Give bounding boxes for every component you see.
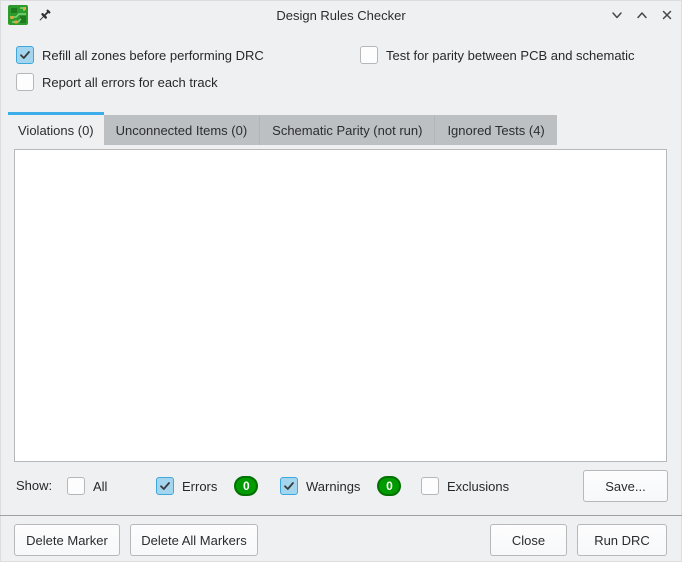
checkbox-box[interactable] <box>156 477 174 495</box>
run-drc-button[interactable]: Run DRC <box>577 524 667 556</box>
violations-list[interactable] <box>14 149 667 462</box>
close-icon[interactable] <box>660 8 674 22</box>
checkbox-box[interactable] <box>360 46 378 64</box>
check-icon <box>19 49 31 61</box>
chevron-up-icon[interactable] <box>635 8 649 22</box>
delete-all-markers-button[interactable]: Delete All Markers <box>130 524 258 556</box>
drc-dialog: Design Rules Checker Refill all zones be… <box>0 0 682 562</box>
refill-zones-checkbox[interactable]: Refill all zones before performing DRC <box>16 45 264 65</box>
show-all-checkbox[interactable]: All <box>67 476 107 496</box>
delete-marker-button[interactable]: Delete Marker <box>14 524 120 556</box>
tab-ignored-tests[interactable]: Ignored Tests (4) <box>435 115 556 145</box>
errors-count-badge: 0 <box>234 476 258 496</box>
show-filter-row: Show: All Errors 0 Warnings 0 Exc <box>0 476 682 496</box>
tab-schematic-parity[interactable]: Schematic Parity (not run) <box>260 115 435 145</box>
window-title: Design Rules Checker <box>0 8 682 23</box>
refill-zones-label[interactable]: Refill all zones before performing DRC <box>42 48 264 63</box>
tab-violations[interactable]: Violations (0) <box>8 112 104 145</box>
save-button[interactable]: Save... <box>583 470 668 502</box>
warnings-count-badge: 0 <box>377 476 401 496</box>
check-icon <box>283 480 295 492</box>
test-parity-label[interactable]: Test for parity between PCB and schemati… <box>386 48 635 63</box>
show-all-label[interactable]: All <box>93 479 107 494</box>
show-errors-checkbox[interactable]: Errors 0 <box>156 476 258 496</box>
checkbox-box[interactable] <box>16 46 34 64</box>
check-icon <box>159 480 171 492</box>
report-track-errors-label[interactable]: Report all errors for each track <box>42 75 218 90</box>
show-label: Show: <box>16 478 52 493</box>
checkbox-box[interactable] <box>16 73 34 91</box>
close-button[interactable]: Close <box>490 524 567 556</box>
checkbox-box[interactable] <box>280 477 298 495</box>
chevron-down-icon[interactable] <box>610 8 624 22</box>
show-warnings-label[interactable]: Warnings <box>306 479 360 494</box>
checkbox-box[interactable] <box>421 477 439 495</box>
show-exclusions-label[interactable]: Exclusions <box>447 479 509 494</box>
show-errors-label[interactable]: Errors <box>182 479 217 494</box>
results-tab-bar: Violations (0) Unconnected Items (0) Sch… <box>8 112 557 145</box>
tab-unconnected-items[interactable]: Unconnected Items (0) <box>104 115 261 145</box>
checkbox-box[interactable] <box>67 477 85 495</box>
show-exclusions-checkbox[interactable]: Exclusions <box>421 476 509 496</box>
test-parity-checkbox[interactable]: Test for parity between PCB and schemati… <box>360 45 635 65</box>
show-warnings-checkbox[interactable]: Warnings 0 <box>280 476 401 496</box>
footer-divider <box>0 515 682 516</box>
title-bar[interactable]: Design Rules Checker <box>0 0 682 30</box>
report-track-errors-checkbox[interactable]: Report all errors for each track <box>16 72 218 92</box>
